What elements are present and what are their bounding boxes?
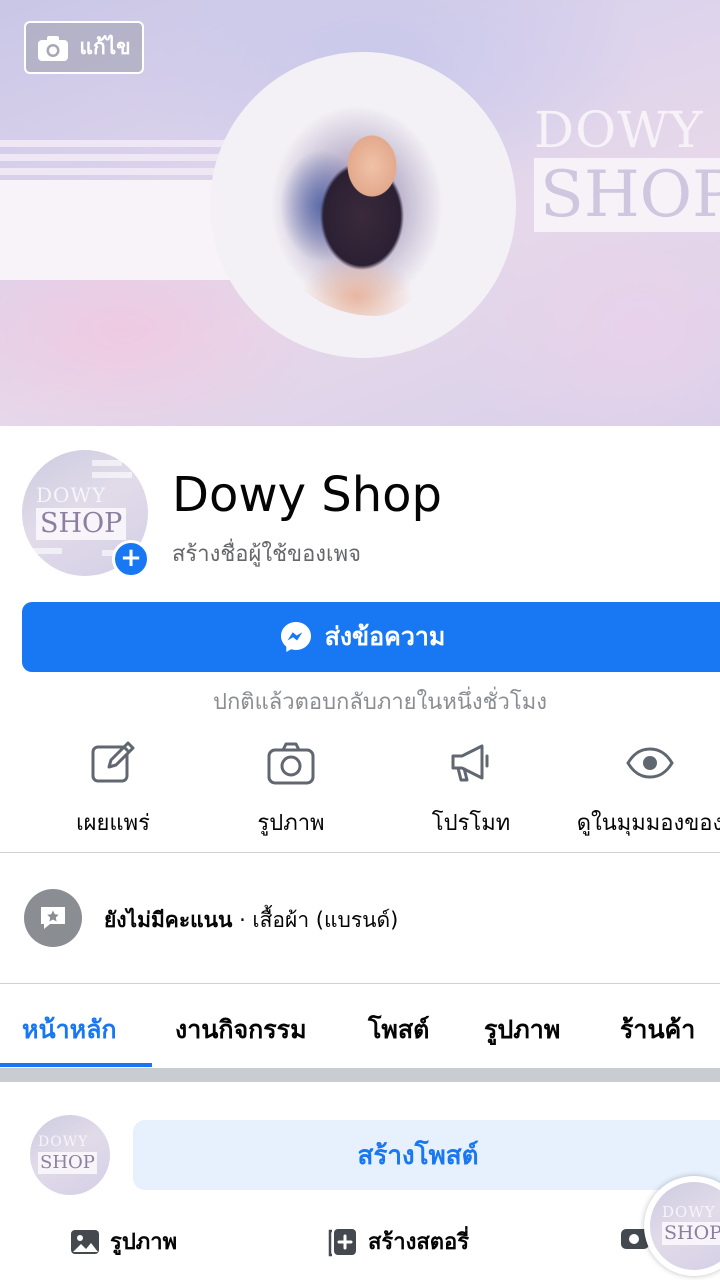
rating-row[interactable]: ยังไม่มีคะแนน · เสื้อผ้า (แบรนด์) bbox=[0, 886, 720, 952]
add-profile-photo-button[interactable]: + bbox=[112, 540, 150, 578]
edit-cover-button[interactable]: แก้ไข bbox=[24, 21, 144, 74]
page-actions: เผยแพร่ รูปภาพ โปรโมท ดูในมุมมองของ bbox=[0, 735, 720, 845]
cover-brand-logo: DOWY SHOP bbox=[534, 104, 720, 232]
page-title: Dowy Shop bbox=[172, 467, 442, 523]
avatar-logo: DOWY SHOP bbox=[36, 484, 127, 540]
send-message-button[interactable]: ส่งข้อความ bbox=[22, 602, 720, 672]
camera-icon bbox=[38, 35, 69, 61]
section-divider bbox=[0, 852, 720, 853]
composer-avatar[interactable]: DOWY SHOP bbox=[30, 1115, 110, 1195]
composer-avatar-logo: DOWY SHOP bbox=[38, 1134, 97, 1174]
floating-avatar-logo: DOWY SHOP bbox=[662, 1204, 720, 1245]
messenger-icon bbox=[280, 622, 311, 652]
cover-stripe bbox=[0, 140, 230, 147]
composer-actions: รูปภาพ สร้างสตอรี่ bbox=[0, 1224, 720, 1272]
review-icon bbox=[24, 889, 82, 947]
section-separator bbox=[0, 1068, 720, 1082]
photo-action[interactable]: รูปภาพ bbox=[201, 735, 381, 840]
photo-post-button[interactable]: รูปภาพ bbox=[70, 1224, 177, 1259]
tab-home[interactable]: หน้าหลัก bbox=[22, 1010, 117, 1050]
promote-action[interactable]: โปรโมท bbox=[381, 735, 561, 840]
create-username-link[interactable]: สร้างชื่อผู้ใช้ของเพจ bbox=[172, 536, 361, 571]
send-message-label: ส่งข้อความ bbox=[324, 622, 446, 651]
photo-icon bbox=[71, 1229, 99, 1254]
megaphone-icon bbox=[451, 744, 489, 782]
create-story-button[interactable]: สร้างสตอรี่ bbox=[328, 1224, 469, 1259]
camera-icon bbox=[267, 742, 315, 785]
response-time-note: ปกติแล้วตอบกลับภายในหนึ่งชั่วโมง bbox=[213, 690, 547, 715]
cover-photo[interactable]: DOWY SHOP แก้ไข bbox=[0, 0, 720, 426]
tab-shop[interactable]: ร้านค้า bbox=[620, 1010, 695, 1050]
edit-cover-label: แก้ไข bbox=[79, 35, 131, 59]
cover-stripe bbox=[0, 154, 230, 161]
eye-icon bbox=[626, 747, 674, 779]
story-plus-icon bbox=[328, 1228, 356, 1256]
cover-stripe bbox=[0, 168, 230, 175]
page-tabs: หน้าหลัก งานกิจกรรม โพสต์ รูปภาพ ร้านค้า bbox=[0, 984, 720, 1068]
edit-icon bbox=[91, 741, 135, 783]
tab-photos[interactable]: รูปภาพ bbox=[484, 1010, 560, 1050]
active-tab-indicator bbox=[0, 1063, 152, 1067]
floating-avatar: DOWY SHOP bbox=[650, 1182, 720, 1270]
create-post-button[interactable]: สร้างโพสต์ bbox=[133, 1120, 720, 1190]
view-as-action[interactable]: ดูในมุมมองของ bbox=[560, 735, 720, 840]
rating-summary: ยังไม่มีคะแนน · เสื้อผ้า (แบรนด์) bbox=[104, 908, 399, 932]
publish-action[interactable]: เผยแพร่ bbox=[23, 735, 203, 840]
tab-events[interactable]: งานกิจกรรม bbox=[175, 1010, 307, 1050]
tab-posts[interactable]: โพสต์ bbox=[368, 1010, 429, 1050]
